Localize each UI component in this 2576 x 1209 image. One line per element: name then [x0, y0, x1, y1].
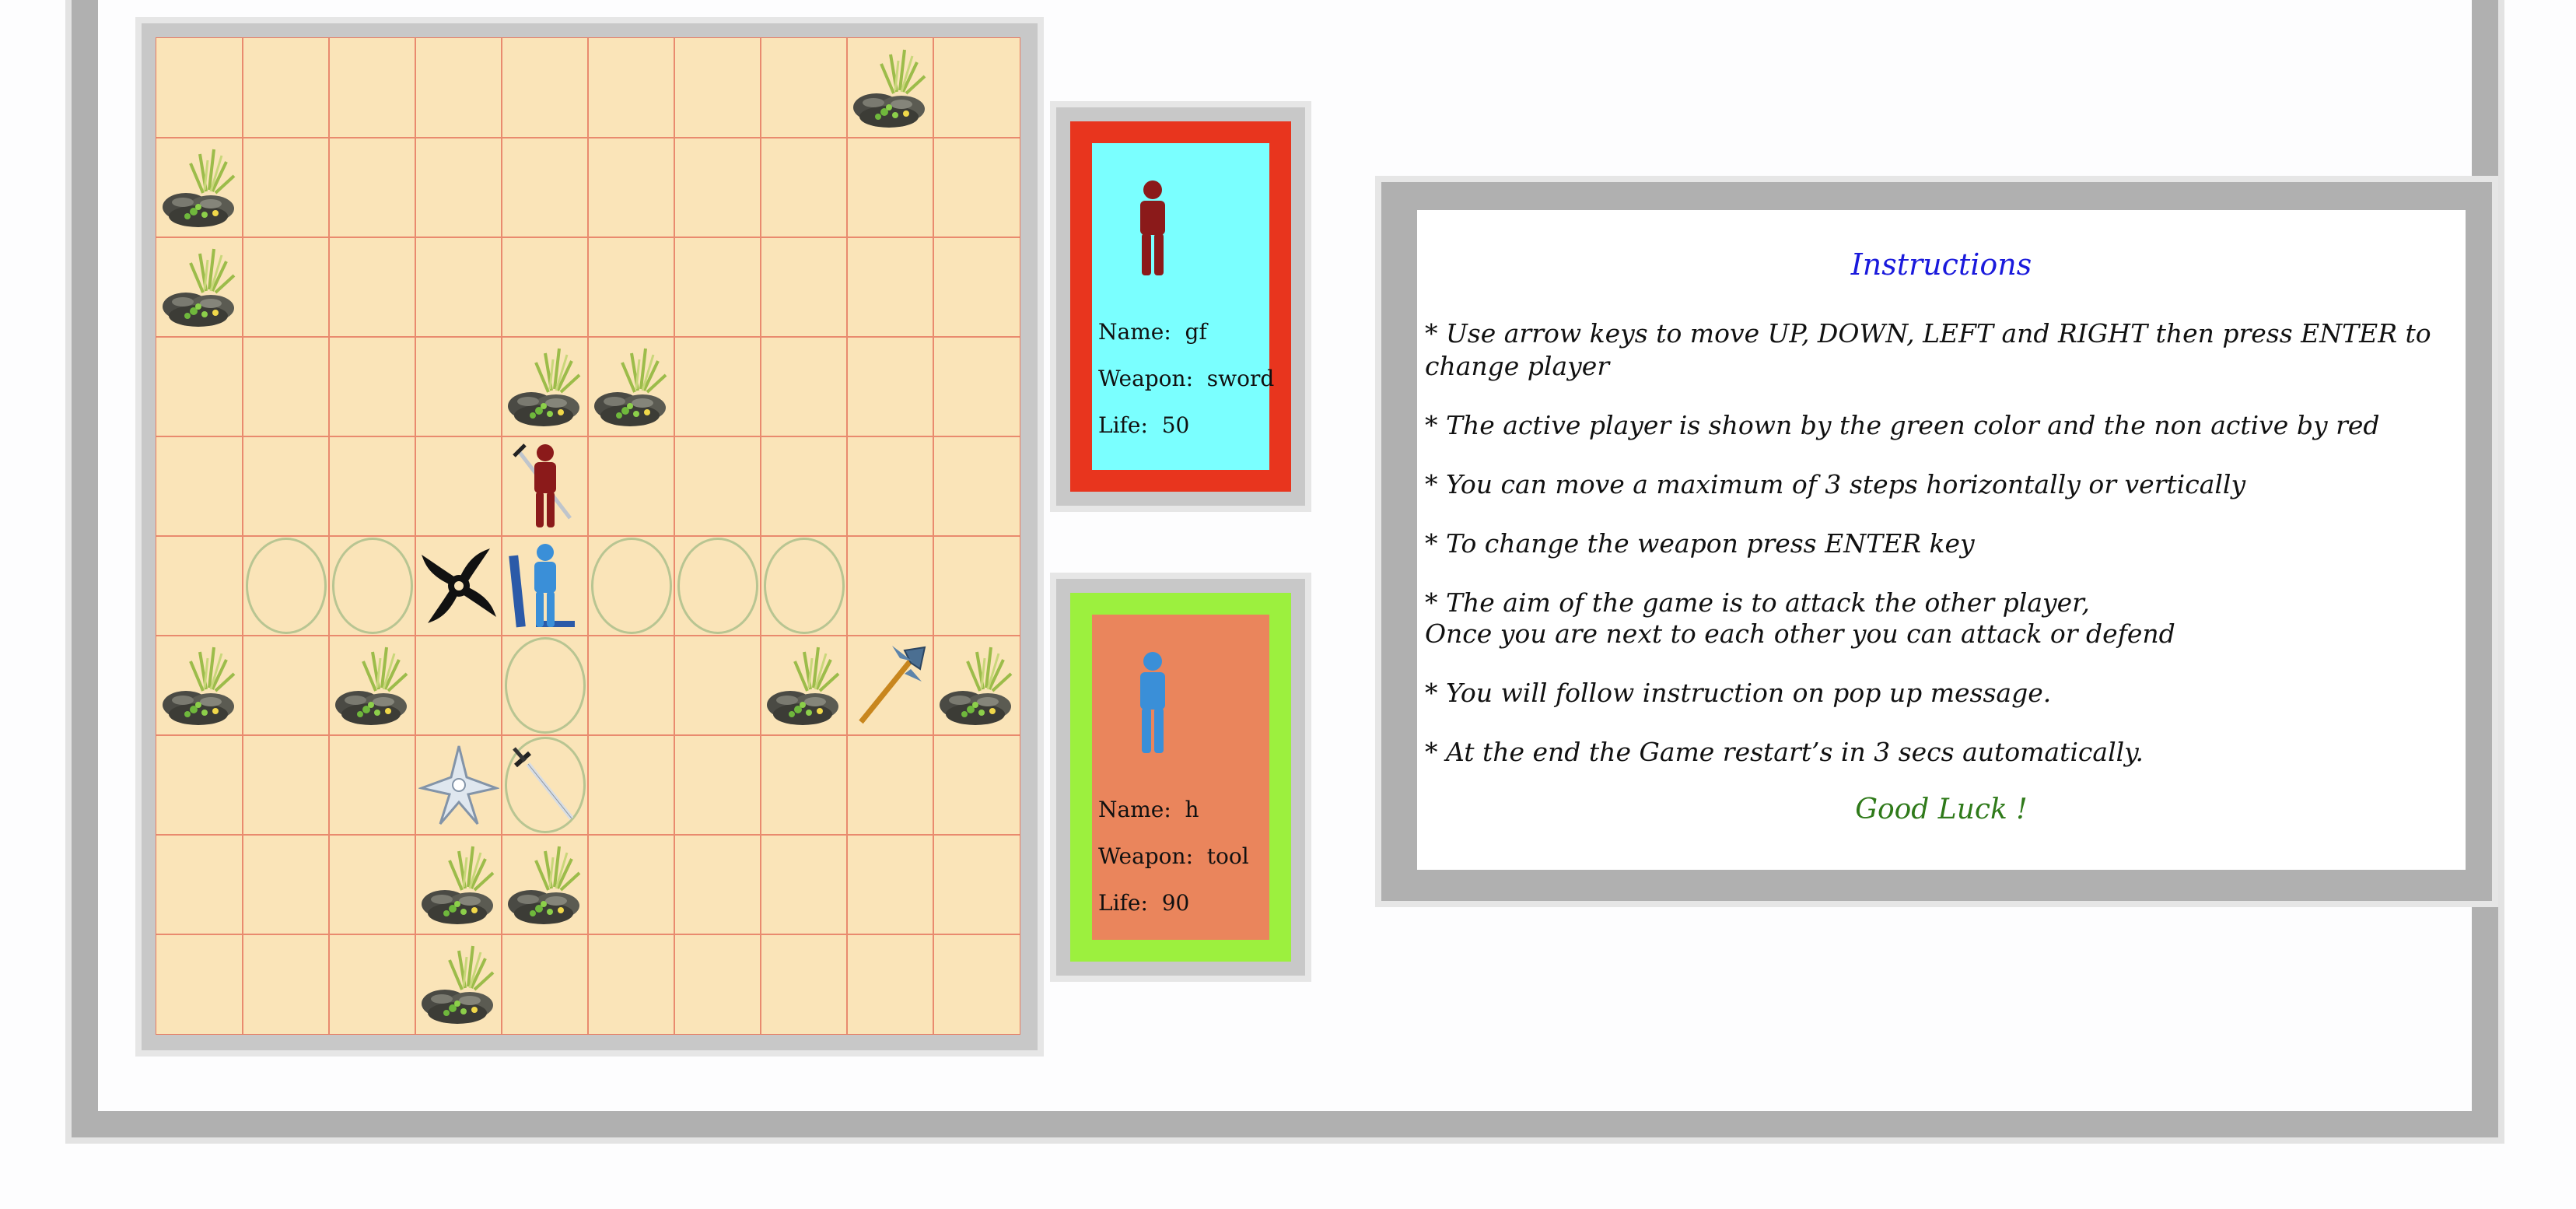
instruction-line: * At the end the Game restart’s in 3 sec…: [1425, 737, 2144, 767]
player-one-life: Life: 50: [1098, 412, 1190, 438]
rock-obstacle-icon: [415, 835, 502, 934]
instruction-line: * You will follow instruction on pop up …: [1425, 678, 2052, 708]
axe-icon: [847, 636, 933, 735]
rock-obstacle-icon: [415, 934, 502, 1034]
grid-line: [156, 237, 1020, 238]
rock-obstacle-icon: [588, 337, 674, 436]
game-board[interactable]: [156, 37, 1020, 1035]
instruction-line: * To change the weapon press ENTER key: [1425, 528, 1975, 559]
game-board-frame: [135, 17, 1044, 1057]
rock-obstacle-icon: [847, 38, 933, 138]
instruction-line: * You can move a maximum of 3 steps hori…: [1425, 469, 2246, 499]
player-one-card: Name: gf Weapon: sword Life: 50: [1050, 101, 1311, 512]
shuriken-icon: [415, 536, 502, 636]
grid-line: [156, 834, 1020, 836]
player-one-name: Name: gf: [1098, 319, 1207, 345]
player-one-avatar-icon: [1132, 179, 1173, 280]
grid-line: [156, 934, 1020, 935]
rock-obstacle-icon: [329, 636, 415, 735]
instruction-line: * The aim of the game is to attack the o…: [1425, 587, 2090, 618]
good-luck-message: Good Luck !: [1855, 794, 2028, 825]
move-hint-circle[interactable]: [763, 538, 845, 634]
instructions-title: Instructions: [1850, 247, 2032, 282]
player-two-card: Name: h Weapon: tool Life: 90: [1050, 573, 1311, 982]
player-two-avatar-icon: [1132, 650, 1173, 759]
move-hint-circle[interactable]: [677, 538, 758, 634]
move-hint-circle[interactable]: [331, 538, 413, 634]
player-two-life: Life: 90: [1098, 890, 1190, 916]
rock-obstacle-icon: [761, 636, 847, 735]
instruction-line: * The active player is shown by the gree…: [1425, 410, 2380, 440]
rock-obstacle-icon: [156, 237, 243, 337]
move-hint-circle[interactable]: [245, 538, 327, 634]
rock-obstacle-icon: [502, 337, 588, 436]
star-icon: [415, 735, 502, 835]
rock-obstacle-icon: [156, 636, 243, 735]
rock-obstacle-icon: [156, 138, 243, 237]
player-two-status-border: Name: h Weapon: tool Life: 90: [1070, 593, 1291, 962]
player-blue-piece[interactable]: [502, 536, 588, 636]
rock-obstacle-icon: [933, 636, 1020, 735]
player-one-status-border: Name: gf Weapon: sword Life: 50: [1070, 121, 1291, 492]
instruction-line: * Use arrow keys to move UP, DOWN, LEFT …: [1425, 318, 2431, 381]
grid-line: [156, 535, 1020, 537]
move-hint-circle[interactable]: [504, 637, 586, 734]
sword-icon: [502, 735, 588, 835]
player-red-piece[interactable]: [502, 436, 588, 536]
instruction-line: Once you are next to each other you can …: [1425, 619, 2175, 649]
instructions-panel: Instructions * Use arrow keys to move UP…: [1375, 176, 2498, 907]
player-two-weapon: Weapon: tool: [1098, 843, 1249, 869]
move-hint-circle[interactable]: [590, 538, 672, 634]
rock-obstacle-icon: [502, 835, 588, 934]
player-two-name: Name: h: [1098, 797, 1199, 822]
player-one-weapon: Weapon: sword: [1098, 366, 1275, 391]
